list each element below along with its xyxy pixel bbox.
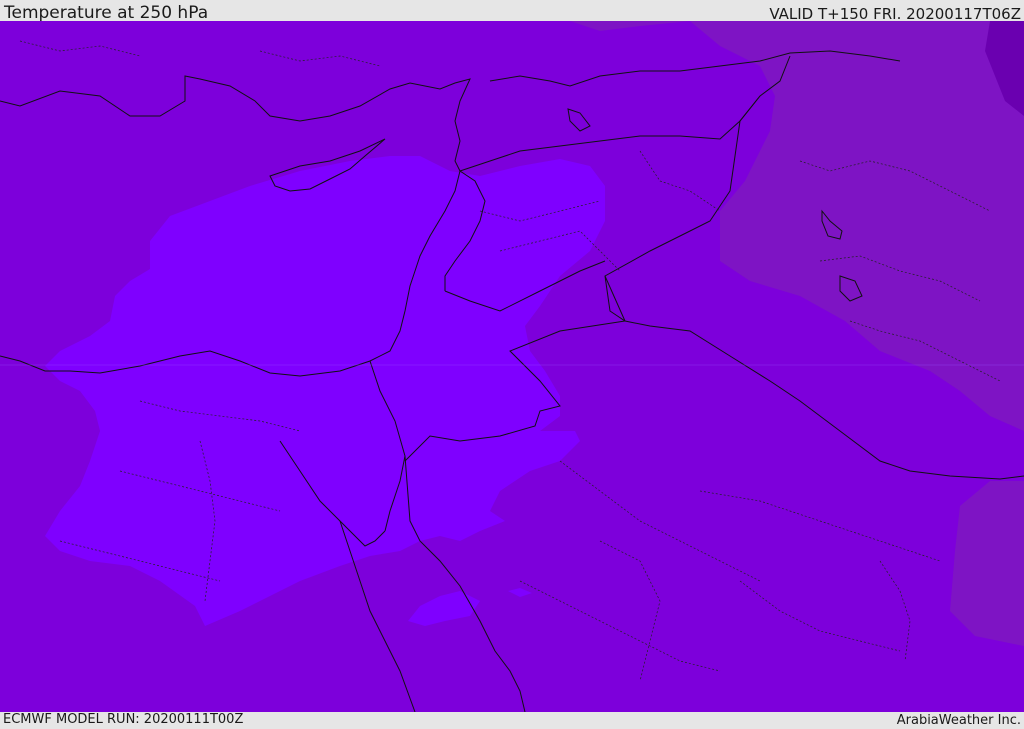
temperature-map	[0, 21, 1024, 712]
model-run-label: ECMWF MODEL RUN: 20200111T00Z	[3, 712, 244, 727]
top-bar: Temperature at 250 hPa VALID T+150 FRI. …	[0, 0, 1024, 23]
cool-region-southeast	[950, 481, 1024, 646]
bottom-bar: ECMWF MODEL RUN: 20200111T00Z ArabiaWeat…	[0, 712, 1024, 729]
credit-label: ArabiaWeather Inc.	[896, 713, 1021, 728]
map-title: Temperature at 250 hPa	[4, 3, 209, 23]
